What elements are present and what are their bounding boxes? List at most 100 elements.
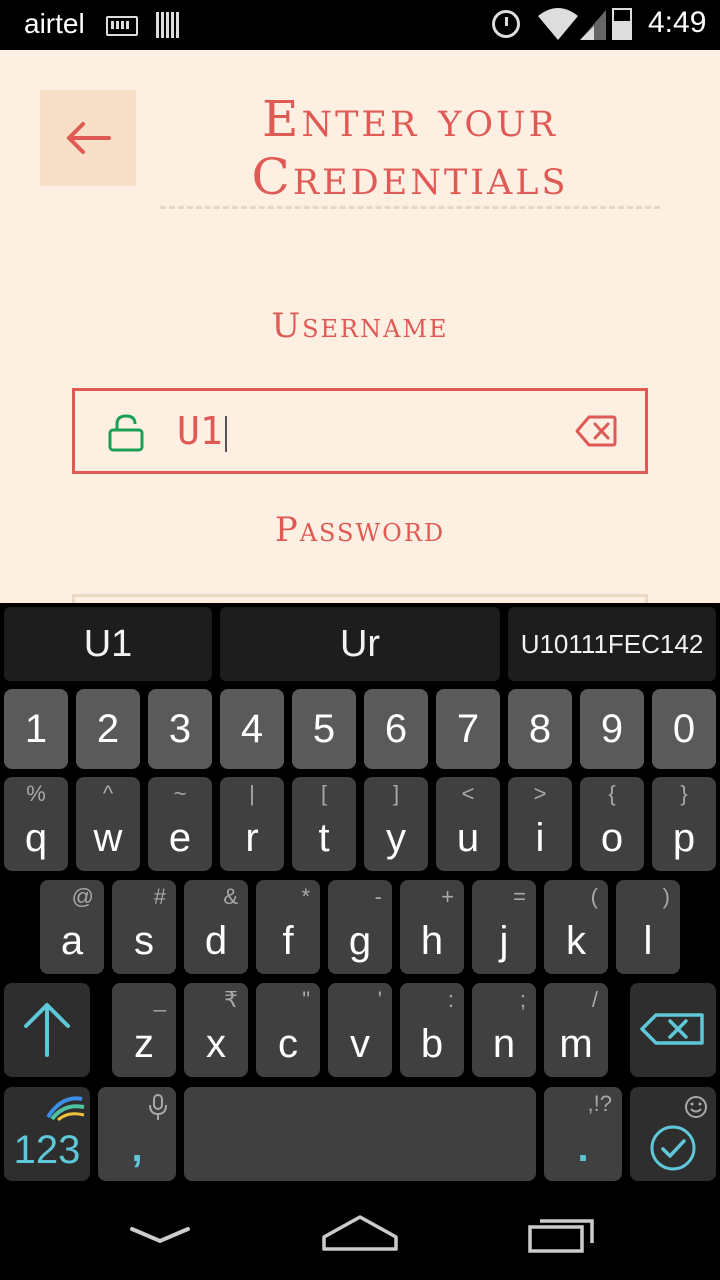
suggestion-1[interactable]: U1	[4, 607, 212, 681]
key-s[interactable]: # s	[112, 880, 176, 974]
key-p[interactable]: } p	[652, 777, 716, 871]
key-1[interactable]: 1	[4, 689, 68, 769]
credentials-screen: Enter your Credentials Username U1 Passw…	[0, 50, 720, 603]
key-e[interactable]: ~ e	[148, 777, 212, 871]
password-input[interactable]	[72, 594, 648, 603]
key-j[interactable]: = j	[472, 880, 536, 974]
key-2[interactable]: 2	[76, 689, 140, 769]
key-8[interactable]: 8	[508, 689, 572, 769]
symbols-key[interactable]: 123	[4, 1087, 90, 1181]
key-i[interactable]: > i	[508, 777, 572, 871]
key-f[interactable]: * f	[256, 880, 320, 974]
key-k[interactable]: (k	[544, 880, 608, 974]
key-6[interactable]: 6	[364, 689, 428, 769]
key-alt-label: %	[26, 781, 46, 806]
key-y[interactable]: ] y	[364, 777, 428, 871]
arrow-left-icon	[67, 122, 111, 154]
key-x[interactable]: ₹ x	[184, 983, 248, 1077]
key-3[interactable]: 3	[148, 689, 212, 769]
username-label: Username	[271, 306, 449, 346]
key-label: 7	[456, 706, 480, 751]
recent-apps-icon[interactable]	[526, 1213, 598, 1257]
key-alt-label: &	[223, 884, 238, 909]
key-alt-label: #	[153, 884, 166, 909]
key-label: 4	[240, 706, 264, 751]
keyboard-notification-icon	[106, 16, 138, 36]
key-label: b	[420, 1022, 444, 1066]
key-alt-label: |	[249, 781, 255, 806]
key-c[interactable]: " c	[256, 983, 320, 1077]
key-alt-label: ₹	[224, 987, 238, 1012]
key-label: a	[60, 919, 84, 963]
key-alt-label: -	[374, 884, 382, 909]
key-label: u	[456, 816, 480, 860]
enter-key[interactable]	[630, 1087, 716, 1181]
key-label: h	[420, 919, 444, 963]
clear-text-icon[interactable]	[575, 415, 617, 447]
home-icon[interactable]	[320, 1211, 400, 1255]
key-l[interactable]: ) l	[616, 880, 680, 974]
key-alt-label: (	[590, 884, 598, 909]
key-label: z	[134, 1022, 154, 1066]
shift-key[interactable]	[4, 983, 90, 1077]
username-input[interactable]: U1	[72, 388, 648, 474]
battery-icon	[612, 8, 632, 40]
period-key-label: .	[577, 1126, 589, 1170]
key-label: m	[559, 1022, 593, 1066]
backspace-key[interactable]	[630, 983, 716, 1077]
key-label: e	[168, 816, 192, 860]
key-u[interactable]: < u	[436, 777, 500, 871]
title-divider	[160, 206, 660, 209]
key-v[interactable]: ' v	[328, 983, 392, 1077]
username-value: U1	[177, 409, 227, 453]
key-label: 9	[600, 706, 624, 751]
key-label: q	[24, 816, 48, 860]
key-d[interactable]: & d	[184, 880, 248, 974]
microphone-icon	[149, 1094, 167, 1120]
key-9[interactable]: 9	[580, 689, 644, 769]
suggestion-2[interactable]: Ur	[220, 607, 500, 681]
key-h[interactable]: + h	[400, 880, 464, 974]
symbols-key-label: 123	[13, 1128, 81, 1172]
space-key[interactable]	[184, 1087, 536, 1181]
status-bar: airtel 4:49	[0, 0, 720, 50]
key-alt-label: *	[301, 884, 310, 909]
key-b[interactable]: :b	[400, 983, 464, 1077]
key-0[interactable]: 0	[652, 689, 716, 769]
key-alt-label: "	[302, 987, 310, 1012]
key-z[interactable]: _ z	[112, 983, 176, 1077]
key-t[interactable]: [t	[292, 777, 356, 871]
key-alt-label: )	[662, 884, 670, 909]
suggestion-3[interactable]: U10111FEC142	[508, 607, 716, 681]
key-alt-label: [	[320, 781, 328, 806]
key-label: x	[206, 1022, 226, 1066]
key-label: t	[318, 816, 330, 860]
key-a[interactable]: @ a	[40, 880, 104, 974]
comma-key[interactable]: ,	[98, 1087, 176, 1181]
key-q[interactable]: % q	[4, 777, 68, 871]
key-alt-label: '	[377, 987, 382, 1012]
period-key[interactable]: ,!? .	[544, 1087, 622, 1181]
key-r[interactable]: | r	[220, 777, 284, 871]
key-label: n	[492, 1022, 516, 1066]
key-label: f	[282, 919, 294, 963]
key-label: v	[350, 1022, 370, 1066]
hide-keyboard-icon[interactable]	[128, 1223, 192, 1247]
back-button[interactable]	[40, 90, 136, 186]
key-g[interactable]: -g	[328, 880, 392, 974]
key-m[interactable]: / m	[544, 983, 608, 1077]
key-label: i	[535, 816, 545, 860]
navigation-bar	[0, 1185, 720, 1280]
key-alt-label: ;	[519, 987, 526, 1012]
key-n[interactable]: ; n	[472, 983, 536, 1077]
page-title-line2: Credentials	[251, 148, 569, 206]
key-o[interactable]: {o	[580, 777, 644, 871]
wifi-icon	[538, 8, 578, 40]
key-w[interactable]: ^ w	[76, 777, 140, 871]
key-4[interactable]: 4	[220, 689, 284, 769]
key-alt-label: ]	[392, 781, 400, 806]
key-label: 0	[672, 706, 696, 751]
key-5[interactable]: 5	[292, 689, 356, 769]
key-7[interactable]: 7	[436, 689, 500, 769]
comma-key-label: ,	[131, 1126, 143, 1170]
